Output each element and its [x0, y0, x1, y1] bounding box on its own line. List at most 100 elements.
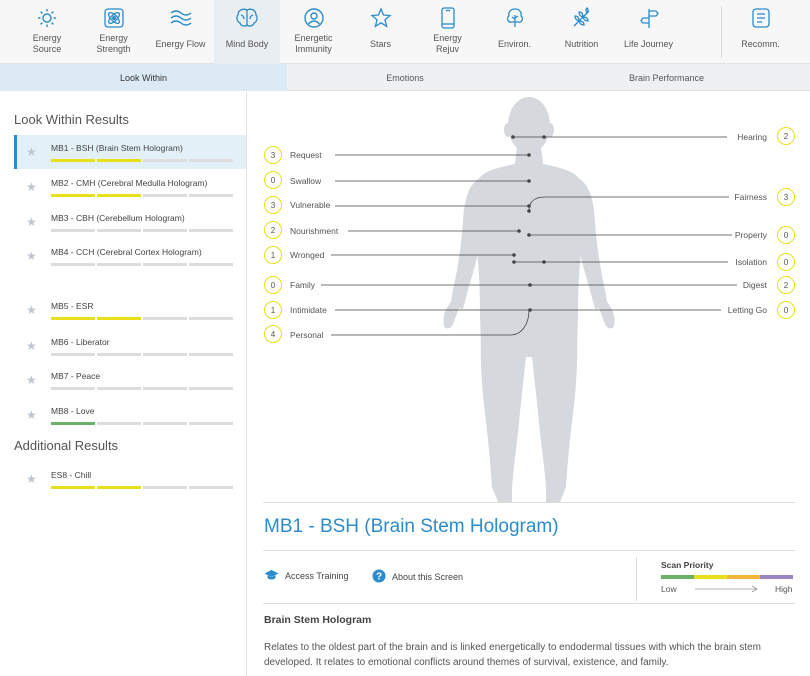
body-label[interactable]: Intimidate	[290, 305, 327, 315]
top-nav: Energy Source Energy Strength Energy Flo…	[0, 0, 810, 64]
brain-icon	[235, 6, 259, 30]
result-item[interactable]: ★ MB1 - BSH (Brain Stem Hologram)	[14, 135, 246, 169]
body-label[interactable]: Property	[735, 230, 767, 240]
results-title: Look Within Results	[14, 112, 129, 127]
body-label[interactable]: Request	[290, 150, 322, 160]
score-circle: 1	[264, 301, 282, 319]
about-screen-button[interactable]: ? About this Screen	[372, 569, 463, 585]
body-label[interactable]: Letting Go	[728, 305, 767, 315]
description-title: Brain Stem Hologram	[264, 614, 372, 626]
nav-label: Energy Strength	[96, 33, 131, 54]
signpost-icon	[638, 6, 660, 30]
access-training-label: Access Training	[285, 571, 349, 581]
tab-brain-performance[interactable]: Brain Performance	[523, 64, 810, 91]
star-icon[interactable]: ★	[26, 215, 37, 229]
result-item[interactable]: ★ MB7 - Peace	[14, 363, 246, 397]
priority-bar	[51, 159, 233, 162]
scan-low-label: Low	[661, 584, 677, 594]
nav-environ[interactable]: Environ.	[481, 0, 548, 64]
body-label[interactable]: Swallow	[290, 176, 321, 186]
nav-energy-rejuv[interactable]: Energy Rejuv	[414, 0, 481, 64]
nav-label: Energy Flow	[155, 38, 206, 49]
about-screen-label: About this Screen	[392, 572, 464, 582]
priority-bar	[51, 387, 233, 390]
results-panel: Look Within Results ★ MB1 - BSH (Brain S…	[0, 92, 247, 676]
sub-tabs: Look Within Emotions Brain Performance	[0, 64, 810, 91]
star-icon[interactable]: ★	[26, 180, 37, 194]
result-name: MB2 - CMH (Cerebral Medulla Hologram)	[51, 178, 208, 188]
body-label[interactable]: Vulnerable	[290, 200, 330, 210]
wheat-icon	[571, 6, 593, 30]
result-item[interactable]: ★ MB5 - ESR	[14, 293, 246, 327]
atom-icon	[103, 6, 125, 30]
result-item[interactable]: ★ MB8 - Love	[14, 398, 246, 432]
detail-title: MB1 - BSH (Brain Stem Hologram)	[264, 516, 559, 537]
scan-priority-title: Scan Priority	[661, 560, 714, 570]
star-icon[interactable]: ★	[26, 145, 37, 159]
priority-bar	[51, 194, 233, 197]
star-icon[interactable]: ★	[26, 249, 37, 263]
description-text: Relates to the oldest part of the brain …	[264, 642, 761, 668]
star-icon[interactable]: ★	[26, 408, 37, 422]
access-training-button[interactable]: Access Training	[264, 569, 349, 583]
divider	[263, 603, 795, 604]
result-item[interactable]: ★ MB6 - Liberator	[14, 329, 246, 363]
nav-mind-body[interactable]: Mind Body	[214, 0, 280, 64]
priority-bar	[51, 263, 233, 266]
nav-stars[interactable]: Stars	[347, 0, 414, 64]
additional-results-title: Additional Results	[14, 438, 119, 453]
body-label[interactable]: Family	[290, 280, 315, 290]
body-label[interactable]: Personal	[290, 330, 324, 340]
tab-look-within[interactable]: Look Within	[0, 64, 287, 91]
result-item[interactable]: ★ MB2 - CMH (Cerebral Medulla Hologram)	[14, 170, 246, 204]
star-icon	[369, 6, 392, 30]
result-name: MB4 - CCH (Cerebral Cortex Hologram)	[51, 247, 202, 257]
nav-label: Energy Rejuv	[433, 33, 462, 54]
star-icon[interactable]: ★	[26, 373, 37, 387]
star-icon[interactable]: ★	[26, 472, 37, 486]
score-circle: 2	[264, 221, 282, 239]
result-item[interactable]: ★ ES8 - Chill	[14, 462, 246, 496]
graduation-cap-icon	[264, 569, 279, 583]
priority-bar	[51, 486, 233, 489]
result-item[interactable]: ★ MB3 - CBH (Cerebellum Hologram)	[14, 205, 246, 239]
nav-energetic-immunity[interactable]: Energetic Immunity	[280, 0, 347, 64]
result-name: MB8 - Love	[51, 406, 95, 416]
score-circle: 4	[264, 325, 282, 343]
scan-priority-legend: Scan Priority Low High	[636, 557, 796, 601]
star-icon[interactable]: ★	[26, 303, 37, 317]
tab-emotions[interactable]: Emotions	[287, 64, 523, 91]
nav-energy-flow[interactable]: Energy Flow	[147, 0, 214, 64]
svg-text:?: ?	[376, 572, 382, 583]
score-circle: 0	[264, 276, 282, 294]
body-label[interactable]: Digest	[743, 280, 767, 290]
nav-life-journey[interactable]: Life Journey	[615, 0, 682, 64]
result-name: MB3 - CBH (Cerebellum Hologram)	[51, 213, 185, 223]
nav-label: Mind Body	[225, 38, 269, 49]
waves-icon	[169, 6, 193, 30]
scan-priority-bar	[661, 575, 793, 579]
body-label[interactable]: Hearing	[737, 132, 767, 142]
score-circle: 0	[777, 226, 795, 244]
nav-recomm[interactable]: Recomm.	[727, 0, 794, 64]
result-name: MB1 - BSH (Brain Stem Hologram)	[51, 143, 183, 153]
result-name: MB7 - Peace	[51, 371, 101, 381]
body-label[interactable]: Wronged	[290, 250, 324, 260]
nav-nutrition[interactable]: Nutrition	[548, 0, 615, 64]
nav-label: Energetic Immunity	[294, 33, 333, 54]
nav-label: Stars	[369, 38, 391, 49]
score-circle: 2	[777, 276, 795, 294]
nav-label: Recomm.	[741, 38, 780, 49]
score-circle: 3	[264, 146, 282, 164]
score-circle: 3	[264, 196, 282, 214]
body-label[interactable]: Isolation	[735, 257, 767, 267]
body-label[interactable]: Fairness	[734, 192, 767, 202]
nav-energy-source[interactable]: Energy Source	[14, 0, 80, 64]
body-label[interactable]: Nourishment	[290, 226, 338, 236]
body-silhouette	[443, 97, 615, 502]
result-item[interactable]: ★ MB4 - CCH (Cerebral Cortex Hologram)	[14, 239, 246, 273]
star-icon[interactable]: ★	[26, 339, 37, 353]
nav-label: Nutrition	[564, 38, 599, 49]
nav-energy-strength[interactable]: Energy Strength	[80, 0, 147, 64]
nav-label: Environ.	[497, 38, 532, 49]
